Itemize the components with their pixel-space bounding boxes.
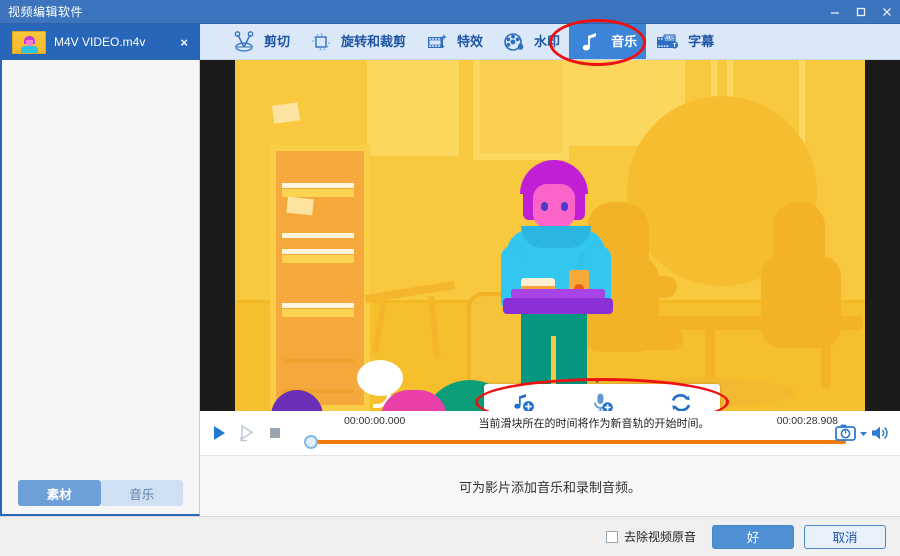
toolbar-item-rotate-crop[interactable]: 旋转和裁剪 — [299, 24, 415, 59]
ok-button-label: 好 — [747, 527, 760, 546]
minimize-icon[interactable] — [822, 0, 848, 24]
scene-long-table-leg-2 — [821, 328, 831, 388]
scene-paper-a — [272, 102, 300, 123]
description-area: 可为影片添加音乐和录制音频。 — [200, 456, 900, 516]
time-total: 00:00:28.908 — [777, 415, 838, 427]
top-row: M4V VIDEO.m4v × 剪切 — [0, 24, 900, 60]
right-pane: ⌄ — [200, 60, 900, 516]
stop-icon[interactable] — [264, 422, 286, 444]
chevron-down-icon[interactable] — [859, 429, 868, 438]
file-tab-area: M4V VIDEO.m4v × — [0, 24, 200, 60]
file-tab-close-icon[interactable]: × — [180, 36, 200, 49]
annotation-ellipse-music-tab — [549, 19, 646, 66]
effects-film-icon — [424, 29, 450, 55]
window-controls — [822, 0, 900, 24]
cancel-button-label: 取消 — [832, 527, 857, 546]
scene-speech-bubble — [357, 360, 403, 396]
scene-window-a — [367, 60, 459, 156]
character-tray — [503, 298, 613, 314]
sidebar-tabs: 素材 音乐 — [2, 474, 199, 514]
toolbar-item-effects-label: 特效 — [457, 35, 483, 48]
footer-bar: 去除视频原音 好 取消 — [0, 516, 900, 556]
character-eye-left — [541, 202, 548, 211]
transport-bar: 00:00:00.000 当前滑块所在的时间将作为新音轨的开始时间。 00:00… — [200, 411, 900, 456]
subtitle-icon: SUB T — [655, 29, 681, 55]
checkbox-label: 去除视频原音 — [624, 528, 696, 545]
toolbar-item-subtitle[interactable]: SUB T 字幕 — [646, 24, 723, 59]
crop-rotate-icon — [308, 29, 334, 55]
scene-person-bg-1-leg — [593, 328, 683, 350]
toolbar-item-cut-label: 剪切 — [264, 35, 290, 48]
svg-text:SUB: SUB — [664, 36, 675, 42]
cancel-button[interactable]: 取消 — [804, 525, 886, 549]
character-face — [533, 184, 575, 228]
timeline-hint: 当前滑块所在的时间将作为新音轨的开始时间。 — [479, 415, 710, 431]
character-hood — [521, 226, 591, 248]
timeline-area: 00:00:00.000 当前滑块所在的时间将作为新音轨的开始时间。 00:00… — [296, 411, 892, 455]
sidebar-tab-music-label: 音乐 — [129, 484, 154, 503]
video-thumbnail-icon — [12, 31, 46, 54]
sidebar-tab-music[interactable]: 音乐 — [101, 480, 184, 506]
window-title: 视频编辑软件 — [0, 3, 83, 20]
scene-paper-b — [286, 197, 314, 216]
library-panel[interactable] — [2, 60, 199, 474]
volume-icon[interactable] — [870, 424, 890, 442]
sidebar-tab-media-label: 素材 — [47, 484, 72, 503]
timeline-slider[interactable] — [304, 435, 846, 449]
maximize-icon[interactable] — [848, 0, 874, 24]
sidebar-tab-media[interactable]: 素材 — [18, 480, 101, 506]
video-frame: ⌄ — [235, 60, 865, 411]
play-icon[interactable] — [208, 422, 230, 444]
close-icon[interactable] — [874, 0, 900, 24]
title-bar: 视频编辑软件 — [0, 0, 900, 24]
time-current: 00:00:00.000 — [344, 415, 405, 427]
file-tab-label: M4V VIDEO.m4v — [54, 35, 172, 49]
toolbar-item-rotate-crop-label: 旋转和裁剪 — [341, 35, 406, 48]
sidebar: 素材 音乐 — [0, 60, 200, 516]
play-range-icon[interactable] — [236, 422, 258, 444]
toolbar-item-effects[interactable]: 特效 — [415, 24, 492, 59]
toolbar-item-subtitle-label: 字幕 — [688, 35, 714, 48]
watermark-icon — [501, 29, 527, 55]
timeline-knob[interactable] — [304, 435, 318, 449]
checkbox-box[interactable] — [606, 531, 618, 543]
transport-right-controls — [835, 423, 890, 443]
toolbar-item-cut[interactable]: 剪切 — [222, 24, 299, 59]
playback-buttons — [208, 422, 296, 444]
timeline-track[interactable] — [314, 440, 846, 444]
app-window: 视频编辑软件 M4V VIDEO.m4v × — [0, 0, 900, 556]
description-text: 可为影片添加音乐和录制音频。 — [459, 477, 641, 496]
video-preview[interactable]: ⌄ — [200, 60, 900, 411]
character-eye-right — [561, 202, 568, 211]
scene-person-bg-1-arm — [643, 276, 677, 298]
middle-region: 素材 音乐 — [0, 60, 900, 516]
scene-window-b — [473, 60, 569, 160]
camera-icon[interactable] — [835, 423, 857, 443]
remove-original-audio-checkbox[interactable]: 去除视频原音 — [606, 528, 696, 545]
scissors-icon — [231, 29, 257, 55]
ok-button[interactable]: 好 — [712, 525, 794, 549]
file-tab[interactable]: M4V VIDEO.m4v × — [0, 24, 200, 60]
scene-shelf — [270, 145, 370, 411]
